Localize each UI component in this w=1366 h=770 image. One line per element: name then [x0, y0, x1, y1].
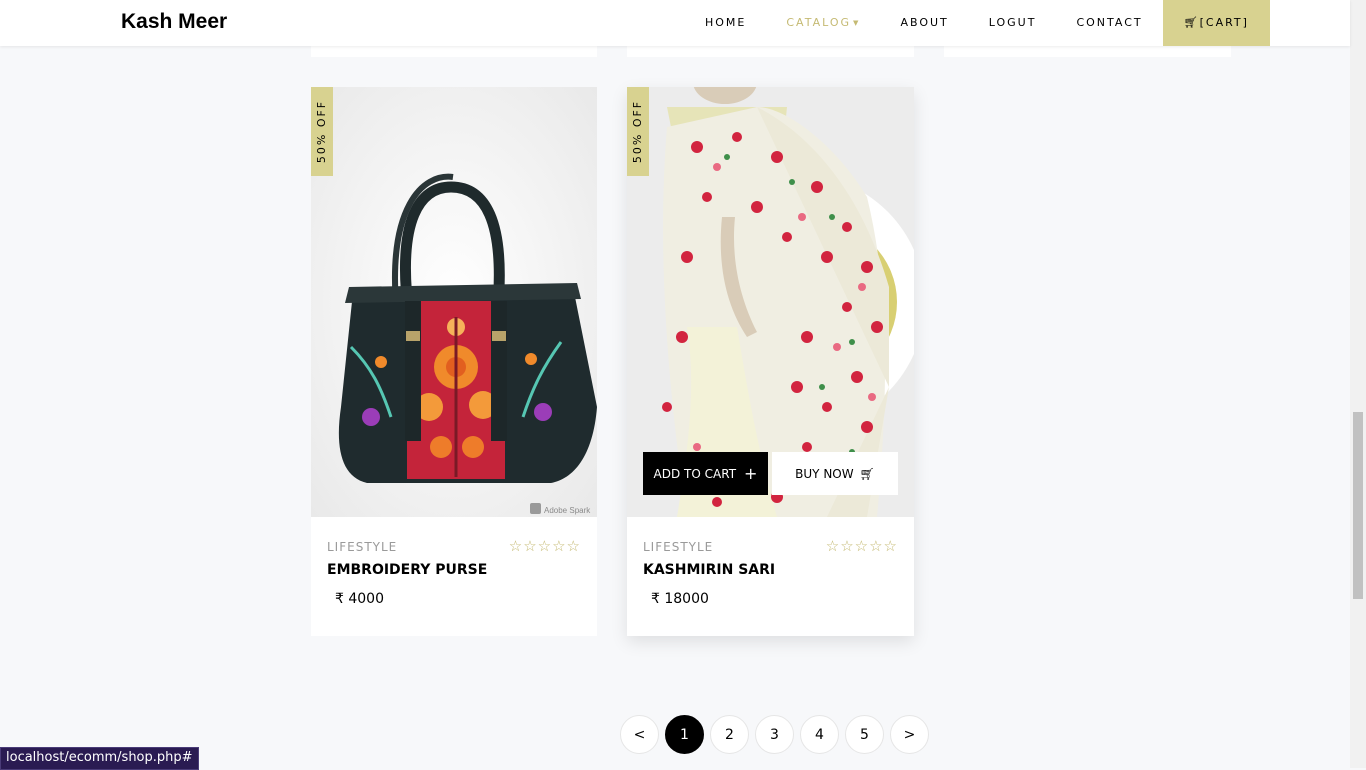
product-category: LIFESTYLE	[327, 540, 398, 554]
page-button-5[interactable]: 5	[845, 715, 884, 754]
star-icon: ☆	[869, 537, 884, 555]
nav-contact[interactable]: CONTACT	[1056, 0, 1162, 46]
prev-page-button[interactable]: <	[620, 715, 659, 754]
cart-icon: 🛒︎	[859, 466, 875, 481]
nav-home[interactable]: HOME	[685, 0, 766, 46]
product-price: ₹ 18000	[651, 591, 709, 607]
page-button-2[interactable]: 2	[710, 715, 749, 754]
star-icon: ☆	[552, 537, 567, 555]
embroidery-purse-image: Adobe Spark	[311, 87, 597, 517]
next-page-button[interactable]: >	[890, 715, 929, 754]
star-icon: ☆	[537, 537, 553, 555]
plus-icon: +	[744, 464, 758, 483]
star-icon: ☆	[840, 537, 855, 555]
scrollbar-track[interactable]	[1350, 0, 1366, 768]
product-card-stub	[944, 46, 1231, 57]
product-card[interactable]: Adobe Spark 50% OFF LIFESTYLE ☆☆☆☆☆ EMBR…	[311, 87, 597, 636]
discount-badge-text: 50% OFF	[631, 99, 645, 164]
discount-badge: 50% OFF	[311, 87, 333, 176]
product-name[interactable]: EMBROIDERY PURSE	[327, 562, 487, 578]
pagination: < 1 2 3 4 5 >	[620, 715, 935, 754]
nav-about[interactable]: ABOUT	[880, 0, 968, 46]
status-url: localhost/ecomm/shop.php#	[0, 747, 199, 770]
add-to-cart-label: ADD TO CART	[653, 466, 737, 481]
star-icon: ☆	[523, 537, 538, 555]
rating-stars: ☆☆☆☆☆	[509, 537, 581, 555]
product-image[interactable]: 50% OFF ADD TO CART + BUY NOW 🛒︎	[627, 87, 914, 517]
discount-badge: 50% OFF	[627, 87, 649, 176]
page-button-4[interactable]: 4	[800, 715, 839, 754]
page-button-3[interactable]: 3	[755, 715, 794, 754]
chevron-down-icon: ▼	[853, 19, 861, 27]
buy-now-button[interactable]: BUY NOW 🛒︎	[772, 452, 898, 495]
product-image[interactable]: Adobe Spark 50% OFF	[311, 87, 597, 517]
watermark-text: Adobe Spark	[544, 506, 591, 515]
nav-catalog-label: CATALOG	[786, 16, 852, 29]
add-to-cart-button[interactable]: ADD TO CART +	[643, 452, 768, 495]
product-category: LIFESTYLE	[643, 540, 714, 554]
product-card-stub	[311, 46, 597, 57]
scrollbar-thumb[interactable]	[1353, 412, 1363, 599]
rating-stars: ☆☆☆☆☆	[826, 537, 898, 555]
cart-icon: 🛒︎	[1183, 16, 1200, 29]
star-icon: ☆	[883, 537, 898, 555]
product-card[interactable]: 50% OFF ADD TO CART + BUY NOW 🛒︎ LIFESTYLE…	[627, 87, 914, 636]
product-price: ₹ 4000	[335, 591, 384, 607]
product-card-stub	[627, 46, 914, 57]
main-nav: HOME CATALOG ▼ ABOUT LOGUT CONTACT 🛒︎[CAR…	[685, 0, 1270, 46]
star-icon: ☆	[854, 537, 870, 555]
nav-cart[interactable]: 🛒︎[CART]	[1162, 0, 1270, 46]
star-icon: ☆	[825, 537, 841, 555]
navbar: Kash Meer HOME CATALOG ▼ ABOUT LOGUT CONT…	[0, 0, 1350, 46]
buy-now-label: BUY NOW	[795, 466, 854, 481]
nav-catalog[interactable]: CATALOG ▼	[766, 0, 880, 46]
brand-logo[interactable]: Kash Meer	[121, 10, 227, 34]
star-icon: ☆	[566, 537, 581, 555]
nav-cart-label: [CART]	[1199, 16, 1249, 29]
nav-logout[interactable]: LOGUT	[969, 0, 1057, 46]
discount-badge-text: 50% OFF	[315, 99, 329, 164]
page-button-1[interactable]: 1	[665, 715, 704, 754]
star-icon: ☆	[508, 537, 524, 555]
product-name[interactable]: KASHMIRIN SARI	[643, 562, 775, 578]
